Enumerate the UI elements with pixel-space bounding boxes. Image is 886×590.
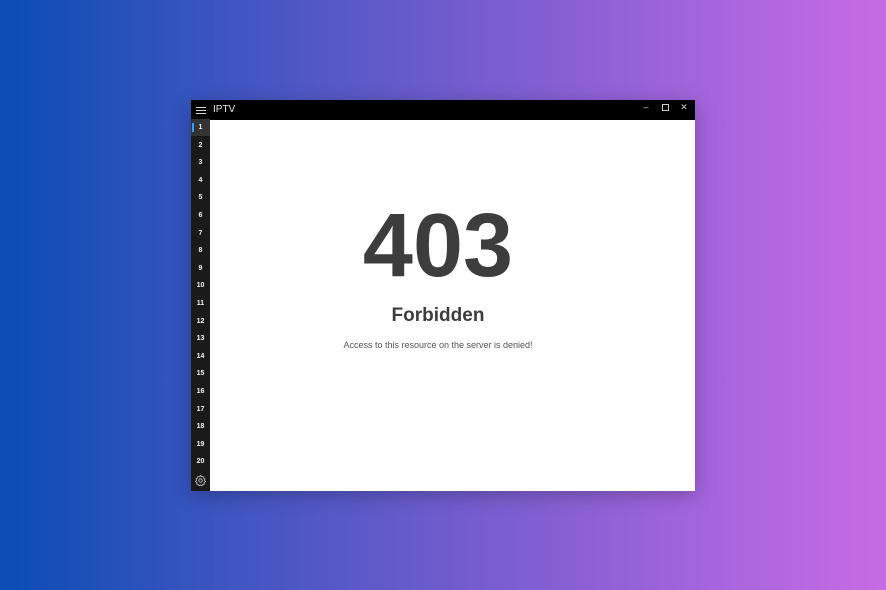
channel-item-12[interactable]: 12 — [191, 313, 210, 330]
channel-item-7[interactable]: 7 — [191, 225, 210, 242]
channel-item-8[interactable]: 8 — [191, 242, 210, 259]
channel-item-13[interactable]: 13 — [191, 330, 210, 347]
channel-item-5[interactable]: 5 — [191, 189, 210, 206]
channel-item-17[interactable]: 17 — [191, 401, 210, 418]
channel-item-6[interactable]: 6 — [191, 207, 210, 224]
minimize-button[interactable]: – — [637, 100, 655, 116]
channel-item-14[interactable]: 14 — [191, 348, 210, 365]
channel-item-10[interactable]: 10 — [191, 277, 210, 294]
channel-item-1[interactable]: 1 — [191, 119, 210, 136]
error-message: Access to this resource on the server is… — [343, 340, 533, 350]
channel-item-9[interactable]: 9 — [191, 260, 210, 277]
channel-item-15[interactable]: 15 — [191, 365, 210, 382]
channel-item-2[interactable]: 2 — [191, 137, 210, 154]
channel-item-4[interactable]: 4 — [191, 172, 210, 189]
gear-icon[interactable] — [194, 474, 207, 487]
error-code: 403 — [362, 196, 514, 296]
close-button[interactable]: ✕ — [675, 100, 693, 116]
channel-item-19[interactable]: 19 — [191, 436, 210, 453]
app-title: IPTV — [213, 104, 236, 115]
maximize-button[interactable] — [656, 100, 674, 116]
hamburger-icon[interactable] — [193, 102, 209, 118]
title-bar[interactable]: IPTV – ✕ — [191, 100, 695, 120]
channel-item-11[interactable]: 11 — [191, 295, 210, 312]
app-window: IPTV – ✕ 1 2 3 4 5 6 7 8 9 10 11 12 13 14 15 16 17 18 19 20… — [191, 100, 695, 491]
channel-item-16[interactable]: 16 — [191, 383, 210, 400]
channel-item-20[interactable]: 20 — [191, 453, 210, 470]
error-title: Forbidden — [391, 305, 485, 326]
channel-item-3[interactable]: 3 — [191, 154, 210, 171]
channel-sidebar: 1 2 3 4 5 6 7 8 9 10 11 12 13 14 15 16 17 18 19 20 — [191, 119, 210, 491]
maximize-icon — [661, 104, 669, 111]
channel-item-18[interactable]: 18 — [191, 418, 210, 435]
error-page: 403 Forbidden Access to this resource on… — [210, 120, 695, 491]
